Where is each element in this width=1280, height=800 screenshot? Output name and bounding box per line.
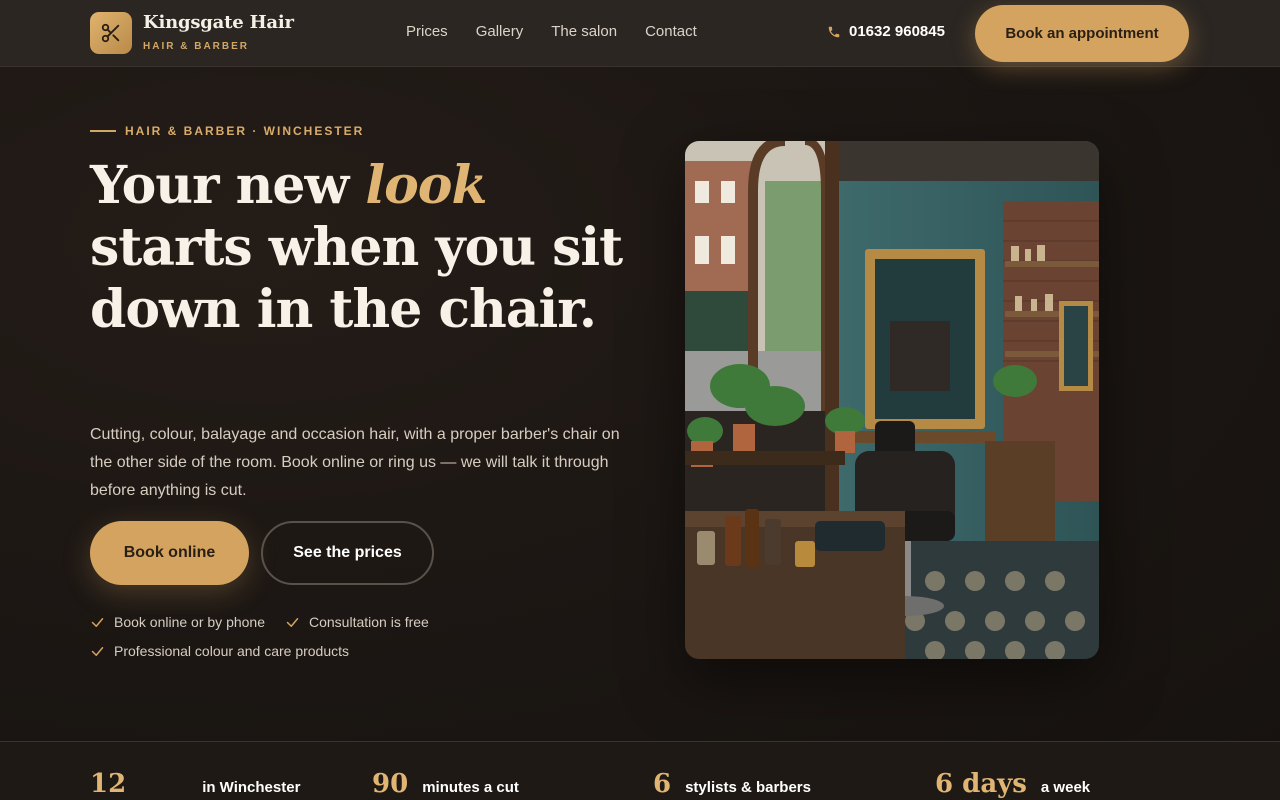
check-icon bbox=[91, 646, 104, 656]
brand-name[interactable]: Kingsgate Hair bbox=[143, 12, 294, 33]
stat-item: 6 days a week bbox=[935, 769, 1090, 799]
phone-number: 01632 960845 bbox=[849, 23, 945, 40]
check-item: Professional colour and care products bbox=[90, 643, 349, 659]
stat-number: 6 bbox=[653, 769, 672, 799]
headline-part-1: Your new bbox=[90, 155, 366, 216]
book-appointment-button[interactable]: Book an appointment bbox=[975, 5, 1189, 62]
site-header: Kingsgate Hair HAIR & BARBER Prices Gall… bbox=[0, 0, 1280, 67]
hero-headline: Your new look starts when you sit down in… bbox=[90, 155, 650, 341]
hero-description: Cutting, colour, balayage and occasion h… bbox=[90, 426, 620, 499]
check-label: Book online or by phone bbox=[114, 614, 265, 630]
logo[interactable] bbox=[90, 12, 132, 54]
see-prices-button[interactable]: See the prices bbox=[261, 521, 434, 585]
stat-item: 6 stylists & barbers bbox=[653, 769, 811, 799]
stat-item: 90 minutes a cut bbox=[372, 769, 519, 799]
headline-accent: look bbox=[365, 155, 487, 216]
nav-link-prices[interactable]: Prices bbox=[406, 23, 448, 40]
salon-photo bbox=[685, 141, 1099, 659]
check-item: Book online or by phone bbox=[90, 614, 265, 630]
book-online-button[interactable]: Book online bbox=[90, 521, 249, 585]
feature-checks: Book online or by phone Consultation is … bbox=[90, 614, 650, 672]
eyebrow-text: HAIR & BARBER · WINCHESTER bbox=[125, 124, 365, 138]
stat-number: 12 bbox=[90, 769, 127, 799]
phone-link[interactable]: 01632 960845 bbox=[827, 23, 945, 40]
check-label: Professional colour and care products bbox=[114, 643, 350, 659]
main-nav: Prices Gallery The salon Contact bbox=[406, 23, 725, 40]
hero-eyebrow: HAIR & BARBER · WINCHESTER bbox=[90, 124, 364, 138]
nav-link-gallery[interactable]: Gallery bbox=[476, 23, 524, 40]
stat-item: 12 in Winchester bbox=[90, 769, 300, 799]
check-icon bbox=[91, 617, 104, 627]
nav-link-the-salon[interactable]: The salon bbox=[551, 23, 617, 40]
eyebrow-rule bbox=[90, 130, 116, 132]
headline-part-2: starts when you sit down in the chair. bbox=[90, 217, 623, 340]
check-item: Consultation is free bbox=[285, 614, 429, 630]
salon-interior-image bbox=[685, 141, 1099, 659]
stat-label: a week bbox=[1040, 779, 1091, 796]
stat-number: 6 days bbox=[935, 769, 1027, 799]
check-icon bbox=[286, 617, 299, 627]
stat-label: minutes a cut bbox=[422, 779, 519, 796]
stat-number: 90 bbox=[372, 769, 409, 799]
nav-link-contact[interactable]: Contact bbox=[645, 23, 697, 40]
stat-label: stylists & barbers bbox=[685, 779, 811, 796]
brand-tagline: HAIR & BARBER bbox=[143, 41, 249, 52]
phone-icon bbox=[828, 26, 840, 37]
check-label: Consultation is free bbox=[309, 614, 429, 630]
stat-label: in Winchester bbox=[202, 779, 301, 796]
scissors-icon bbox=[101, 23, 120, 43]
